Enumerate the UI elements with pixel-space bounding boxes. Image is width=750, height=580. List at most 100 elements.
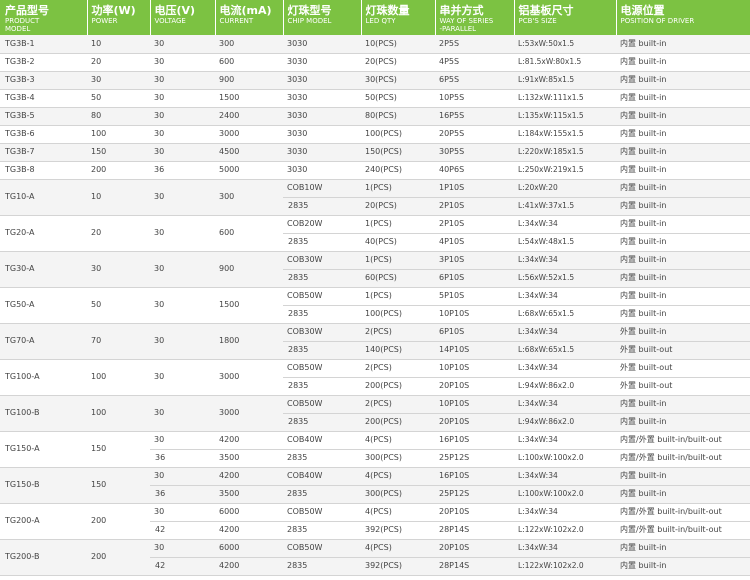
cell-power: 100 bbox=[87, 359, 150, 396]
cell-power: 150 bbox=[87, 467, 150, 504]
cell-current: 300 bbox=[215, 35, 283, 54]
cell-product-model: TG150-B bbox=[0, 467, 87, 504]
cell-voltage: 30 bbox=[150, 395, 215, 432]
cell-led-qty: 240(PCS) bbox=[361, 161, 435, 180]
cell-power: 30 bbox=[87, 71, 150, 90]
cell-chip-model: 2835 bbox=[283, 233, 361, 252]
table-row: TG3B-3 30 30 900 3030 30(PCS) 6P5S L:91xW:85x1.… bbox=[0, 71, 750, 90]
cell-series-parallel: 10P10S bbox=[435, 395, 514, 414]
cell-chip-model: 3030 bbox=[283, 125, 361, 144]
cell-driver-position: 内置 built-in bbox=[616, 89, 750, 108]
cell-series-parallel: 10P10S bbox=[435, 305, 514, 324]
cell-product-model: TG3B-1 bbox=[0, 35, 87, 54]
cell-voltage: 36 bbox=[150, 449, 215, 468]
cell-voltage: 30 bbox=[150, 215, 215, 252]
header-series-parallel-en: WAY OF SERIES bbox=[439, 17, 494, 25]
cell-driver-position: 内置 built-in bbox=[616, 269, 750, 288]
cell-series-parallel: 4P5S bbox=[435, 53, 514, 72]
cell-led-qty: 4(PCS) bbox=[361, 467, 435, 486]
cell-product-model: TG3B-8 bbox=[0, 161, 87, 180]
cell-led-qty: 1(PCS) bbox=[361, 287, 435, 306]
cell-led-qty: 200(PCS) bbox=[361, 377, 435, 396]
table-row: TG3B-4 50 30 1500 3030 50(PCS) 10P5S L:132xW:11… bbox=[0, 89, 750, 108]
cell-chip-model: 2835 bbox=[283, 197, 361, 216]
cell-power: 70 bbox=[87, 323, 150, 360]
cell-chip-model: COB40W bbox=[283, 431, 361, 450]
cell-series-parallel: 40P6S bbox=[435, 161, 514, 180]
cell-led-qty: 60(PCS) bbox=[361, 269, 435, 288]
cell-driver-position: 内置 built-in bbox=[616, 125, 750, 144]
cell-pcb-size: L:81.5xW:80x1.5 bbox=[514, 53, 616, 72]
cell-product-model: TG20-A bbox=[0, 215, 87, 252]
cell-driver-position: 内置/外置 built-in/built-out bbox=[616, 449, 750, 468]
cell-driver-position: 内置 built-in bbox=[616, 395, 750, 414]
cell-product-model: TG150-A bbox=[0, 431, 87, 468]
cell-product-model: TG100-B bbox=[0, 395, 87, 432]
cell-driver-position: 内置 built-in bbox=[616, 467, 750, 486]
cell-power: 50 bbox=[87, 89, 150, 108]
table-row: TG150-A 150 30 4200 COB40W 4(PCS) 16P10S L:34xW… bbox=[0, 431, 750, 468]
cell-power: 50 bbox=[87, 287, 150, 324]
cell-voltage: 30 bbox=[150, 431, 215, 450]
cell-series-parallel: 10P10S bbox=[435, 359, 514, 378]
cell-led-qty: 300(PCS) bbox=[361, 485, 435, 504]
header-chip-model: 灯珠型号 CHIP MODEL bbox=[283, 0, 362, 35]
cell-product-model: TG3B-2 bbox=[0, 53, 87, 72]
header-product-model-en: PRODUCT bbox=[5, 17, 40, 25]
cell-voltage: 30 bbox=[150, 71, 215, 90]
cell-current: 4500 bbox=[215, 143, 283, 162]
cell-chip-model: 2835 bbox=[283, 557, 361, 576]
cell-product-model: TG10-A bbox=[0, 179, 87, 216]
cell-chip-model: 3030 bbox=[283, 71, 361, 90]
cell-driver-position: 内置 built-in bbox=[616, 233, 750, 252]
cell-series-parallel: 20P10S bbox=[435, 413, 514, 432]
cell-voltage: 36 bbox=[150, 161, 215, 180]
cell-current: 3500 bbox=[215, 449, 283, 468]
cell-voltage: 30 bbox=[150, 287, 215, 324]
cell-led-qty: 10(PCS) bbox=[361, 35, 435, 54]
cell-led-qty: 20(PCS) bbox=[361, 53, 435, 72]
cell-voltage: 30 bbox=[150, 143, 215, 162]
cell-chip-model: 2835 bbox=[283, 341, 361, 360]
cell-chip-model: COB50W bbox=[283, 539, 361, 558]
cell-series-parallel: 16P10S bbox=[435, 467, 514, 486]
cell-pcb-size: L:34xW:34 bbox=[514, 539, 616, 558]
cell-series-parallel: 20P10S bbox=[435, 503, 514, 522]
cell-current: 900 bbox=[215, 71, 283, 90]
table-row: TG150-B 150 30 4200 COB40W 4(PCS) 16P10S L:34xW… bbox=[0, 467, 750, 504]
cell-voltage: 30 bbox=[150, 179, 215, 216]
table-row: TG3B-7 150 30 4500 3030 150(PCS) 30P5S L:220xW:… bbox=[0, 143, 750, 162]
cell-pcb-size: L:34xW:34 bbox=[514, 503, 616, 522]
cell-product-model: TG200-A bbox=[0, 503, 87, 540]
cell-product-model: TG3B-4 bbox=[0, 89, 87, 108]
cell-current: 5000 bbox=[215, 161, 283, 180]
cell-driver-position: 外置 built-out bbox=[616, 377, 750, 396]
cell-voltage: 42 bbox=[150, 521, 215, 540]
table-row: TG30-A 30 30 900 COB30W 1(PCS) 3P10S L:34xW:34 内… bbox=[0, 251, 750, 288]
cell-driver-position: 内置/外置 built-in/built-out bbox=[616, 503, 750, 522]
cell-driver-position: 内置 built-in bbox=[616, 197, 750, 216]
cell-driver-position: 内置/外置 built-in/built-out bbox=[616, 521, 750, 540]
cell-driver-position: 外置 built-out bbox=[616, 359, 750, 378]
header-driver-position-en: POSITION OF DRIVER bbox=[620, 17, 695, 25]
cell-led-qty: 140(PCS) bbox=[361, 341, 435, 360]
header-current-en: CURRENT bbox=[219, 17, 254, 25]
cell-pcb-size: L:220xW:185x1.5 bbox=[514, 143, 616, 162]
cell-series-parallel: 3P10S bbox=[435, 251, 514, 270]
cell-series-parallel: 25P12S bbox=[435, 485, 514, 504]
cell-pcb-size: L:34xW:34 bbox=[514, 431, 616, 450]
cell-series-parallel: 30P5S bbox=[435, 143, 514, 162]
cell-pcb-size: L:122xW:102x2.0 bbox=[514, 557, 616, 576]
cell-led-qty: 1(PCS) bbox=[361, 251, 435, 270]
cell-voltage: 30 bbox=[150, 503, 215, 522]
cell-voltage: 36 bbox=[150, 485, 215, 504]
cell-series-parallel: 6P10S bbox=[435, 269, 514, 288]
header-led-qty-zh: 灯珠数量 bbox=[365, 4, 410, 17]
cell-led-qty: 392(PCS) bbox=[361, 521, 435, 540]
cell-pcb-size: L:34xW:34 bbox=[514, 251, 616, 270]
cell-led-qty: 4(PCS) bbox=[361, 503, 435, 522]
cell-chip-model: 3030 bbox=[283, 161, 361, 180]
cell-power: 10 bbox=[87, 35, 150, 54]
cell-chip-model: 2835 bbox=[283, 485, 361, 504]
cell-power: 20 bbox=[87, 215, 150, 252]
